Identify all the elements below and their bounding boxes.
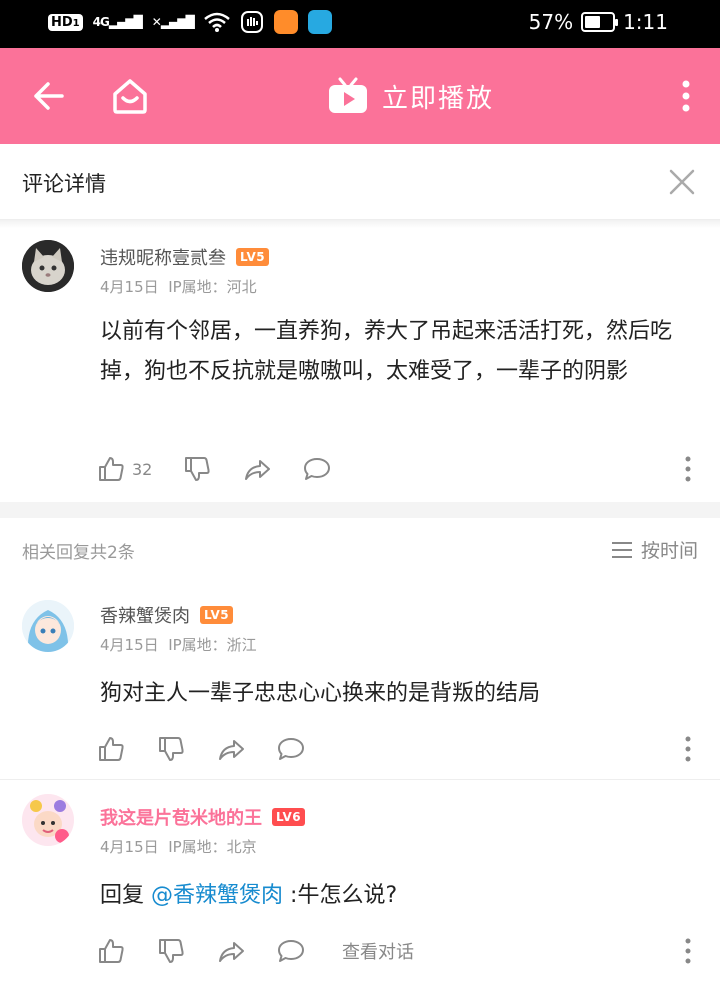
reply-username[interactable]: 香辣蟹煲肉 LV5 [100, 602, 234, 628]
comment-bubble-icon [278, 738, 304, 760]
header-shadow [0, 220, 720, 228]
reply-more-icon[interactable] [684, 934, 692, 968]
more-vertical-icon [682, 80, 690, 112]
cartoon-avatar-icon [22, 794, 74, 846]
thumbs-up-icon [99, 737, 124, 761]
back-arrow-icon [34, 82, 64, 110]
hand-icon [240, 11, 263, 33]
thumbs-up-icon [99, 939, 124, 963]
reply-body: :牛怎么说? [290, 883, 398, 908]
anime-girl-avatar-icon [22, 600, 74, 652]
home-button[interactable] [108, 74, 152, 118]
like-count: 32 [132, 459, 153, 479]
comment-username[interactable]: 违规昵称壹贰叁 LV5 [100, 244, 270, 270]
reply-ip: IP属地：北京 [168, 838, 257, 856]
thumbs-down-icon [159, 939, 184, 963]
like-button[interactable] [96, 734, 126, 764]
battery-percent: 57% [528, 10, 574, 34]
reply-button[interactable] [302, 454, 332, 484]
home-icon [113, 79, 147, 114]
share-button[interactable] [216, 936, 246, 966]
username-text: 违规昵称壹贰叁 [100, 248, 226, 269]
sort-list-icon [611, 541, 632, 558]
dislike-button[interactable] [182, 454, 212, 484]
signal-2-icon: ✕▂▄▆█ [151, 15, 195, 29]
app-notification-icon [273, 10, 298, 34]
reply-prefix: 回复 [100, 883, 145, 908]
play-now-button[interactable]: 立即播放 [328, 74, 494, 118]
comment-date: 4月15日 [100, 278, 159, 296]
comment-meta: 4月15日 IP属地：河北 [100, 276, 257, 297]
status-bar: HD1 4G▂▄▆█ ✕▂▄▆█ 57% 1:11 [0, 0, 720, 48]
like-button[interactable] [96, 936, 126, 966]
level-badge: LV5 [200, 606, 234, 624]
battery-icon [581, 12, 619, 32]
replies-bar: 相关回复共2条 按时间 [0, 518, 720, 580]
reply-text: 狗对主人一辈子忠忠心心换来的是背叛的结局 [100, 681, 541, 706]
share-icon [219, 942, 244, 962]
tv-play-icon [329, 77, 367, 113]
reply-button[interactable] [276, 734, 306, 764]
share-icon [219, 740, 244, 760]
level-badge: LV6 [272, 808, 306, 826]
close-button[interactable] [666, 166, 698, 198]
reply-meta: 4月15日 IP属地：浙江 [100, 634, 257, 655]
play-now-label: 立即播放 [382, 83, 495, 114]
main-comment: 违规昵称壹贰叁 LV5 4月15日 IP属地：河北 以前有个邻居，一直养狗，养大… [0, 228, 720, 500]
reply-divider [0, 779, 720, 780]
thumbs-down-icon [185, 457, 210, 481]
avatar[interactable] [22, 794, 74, 846]
clock: 1:11 [623, 10, 668, 34]
reply-item: 我这是片苞米地的王 LV6 4月15日 IP属地：北京 回复 @香辣蟹煲肉 :牛… [0, 790, 720, 980]
avatar[interactable] [22, 600, 74, 652]
reply-username[interactable]: 我这是片苞米地的王 LV6 [100, 804, 306, 830]
app-bar: 立即播放 [0, 48, 720, 144]
comment-detail-header: 评论详情 [0, 144, 720, 220]
replies-count: 相关回复共2条 [22, 543, 135, 563]
share-button[interactable] [242, 454, 272, 484]
cat-avatar-icon [22, 240, 74, 292]
reply-meta: 4月15日 IP属地：北京 [100, 836, 257, 857]
page-title: 评论详情 [22, 172, 106, 196]
mention-link[interactable]: @香辣蟹煲肉 [151, 883, 283, 908]
signal-4g-icon: 4G▂▄▆█ [92, 15, 143, 29]
back-button[interactable] [28, 76, 68, 116]
share-icon [245, 460, 271, 480]
more-options-button[interactable] [676, 76, 696, 116]
reader-app-icon [307, 10, 332, 34]
thumbs-up-icon [99, 457, 124, 481]
view-conversation-link[interactable]: 查看对话 [342, 938, 414, 964]
avatar[interactable] [22, 240, 74, 292]
sort-label: 按时间 [640, 540, 698, 562]
comment-bubble-icon [278, 940, 304, 962]
comment-bubble-icon [304, 458, 331, 480]
reply-actions [96, 732, 698, 766]
reply-item: 香辣蟹煲肉 LV5 4月15日 IP属地：浙江 狗对主人一辈子忠忠心心换来的是背… [0, 590, 720, 776]
username-text: 我这是片苞米地的王 [100, 808, 262, 829]
username-text: 香辣蟹煲肉 [100, 606, 190, 627]
section-divider [0, 502, 720, 518]
level-badge: LV5 [236, 248, 270, 266]
reply-text: 回复 @香辣蟹煲肉 :牛怎么说? [100, 876, 698, 916]
reply-ip: IP属地：浙江 [168, 636, 257, 654]
comment-text: 以前有个邻居，一直养狗，养大了吊起来活活打死，然后吃掉，狗也不反抗就是嗷嗷叫，太… [100, 319, 673, 384]
share-button[interactable] [216, 734, 246, 764]
sort-button[interactable]: 按时间 [611, 536, 698, 563]
dislike-button[interactable] [156, 936, 186, 966]
hd-badge: HD1 [48, 13, 83, 31]
dislike-button[interactable] [156, 734, 186, 764]
reply-button[interactable] [276, 936, 306, 966]
comment-more-icon[interactable] [684, 452, 692, 486]
thumbs-down-icon [159, 737, 184, 761]
reply-date: 4月15日 [100, 838, 159, 856]
reply-actions: 查看对话 [96, 934, 698, 968]
wifi-icon [203, 12, 230, 32]
reply-more-icon[interactable] [684, 732, 692, 766]
close-icon [669, 169, 695, 195]
reply-date: 4月15日 [100, 636, 159, 654]
like-button[interactable]: 32 [96, 454, 152, 484]
comment-actions: 32 [96, 452, 698, 486]
comment-ip: IP属地：河北 [168, 278, 257, 296]
